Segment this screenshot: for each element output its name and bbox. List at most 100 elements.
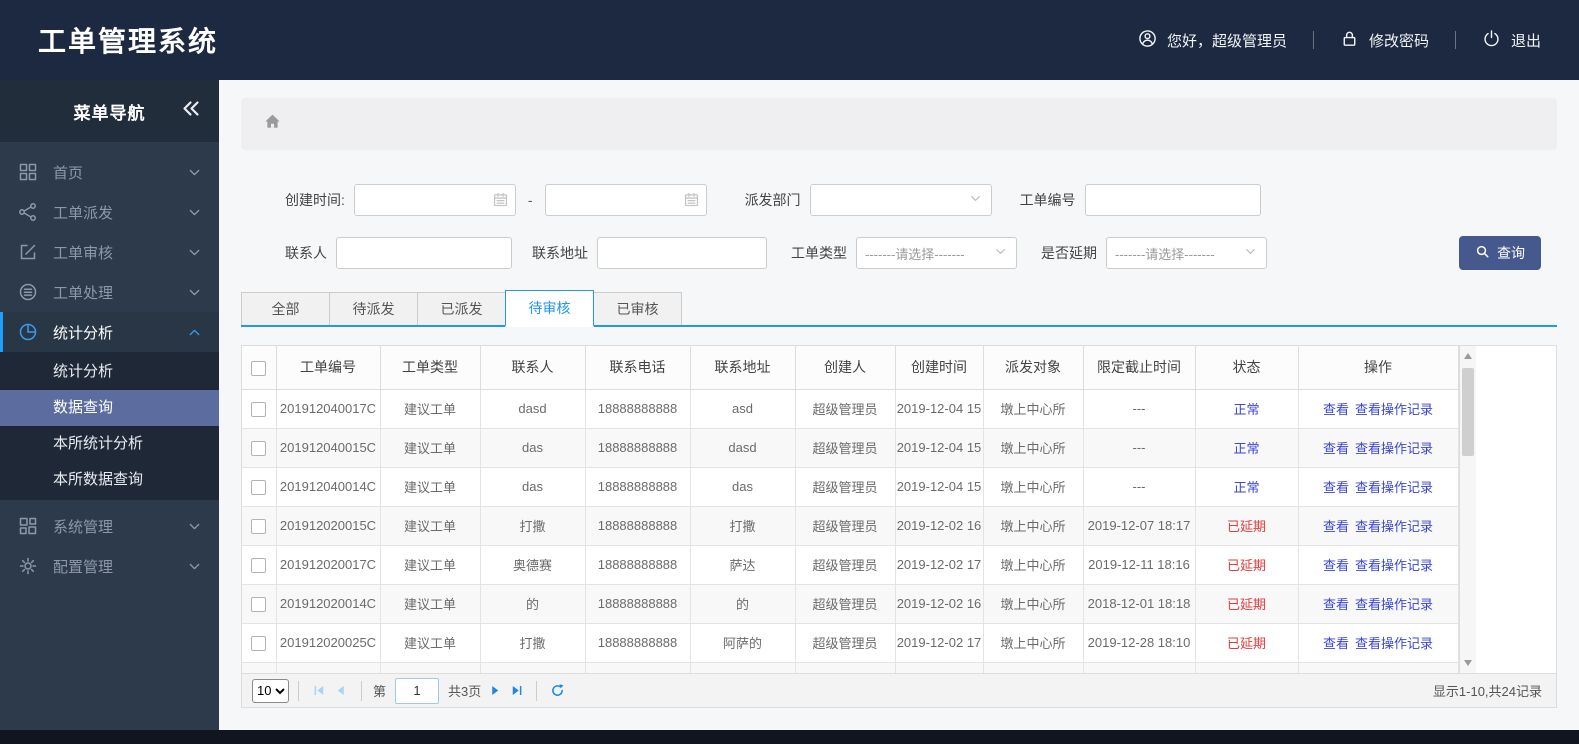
view-log-link[interactable]: 查看操作记录 [1355, 636, 1433, 651]
sidebar-title: 菜单导航 [73, 103, 146, 123]
view-log-link[interactable]: 查看操作记录 [1355, 480, 1433, 495]
row-checkbox[interactable] [251, 557, 267, 573]
sidebar-item[interactable]: 工单处理 [0, 272, 219, 312]
table-scrollbar[interactable] [1458, 346, 1476, 673]
contact-cell: dasd [480, 389, 586, 429]
create-time-start-input[interactable] [353, 184, 516, 216]
bottom-bar [0, 730, 1579, 744]
chevron-up-icon [186, 324, 203, 341]
order-type-cell: 建议工单 [380, 545, 481, 585]
deadline-cell: --- [1083, 389, 1196, 429]
row-checkbox[interactable] [251, 401, 267, 417]
sidebar-item-label: 工单处理 [53, 284, 114, 302]
last-page-button[interactable] [505, 680, 527, 702]
share-icon [18, 202, 38, 222]
user-greeting-label: 您好，超级管理员 [1166, 32, 1287, 50]
view-link[interactable]: 查看 [1323, 636, 1349, 651]
empty-cell [380, 662, 481, 673]
delay-select[interactable]: -------请选择------- [1106, 237, 1267, 269]
scrollbar-thumb[interactable] [1461, 368, 1474, 456]
sidebar-item[interactable]: 首页 [0, 152, 219, 192]
empty-cell [276, 662, 381, 673]
row-checkbox-cell [242, 428, 277, 468]
sidebar-item[interactable]: 配置管理 [0, 546, 219, 586]
logout-button[interactable]: 退出 [1482, 29, 1541, 52]
sidebar-subitem[interactable]: 本所数据查询 [0, 462, 219, 498]
sidebar-item[interactable]: 工单审核 [0, 232, 219, 272]
creator-cell: 超级管理员 [795, 584, 896, 624]
tab[interactable]: 待审核 [505, 290, 594, 327]
sidebar-subitem[interactable]: 数据查询 [0, 390, 219, 426]
order-no-cell: 201912040017C [276, 389, 381, 429]
order-no-input[interactable] [1084, 184, 1261, 216]
scroll-down-icon[interactable] [1463, 660, 1472, 666]
next-page-button[interactable] [483, 680, 505, 702]
tab[interactable]: 全部 [241, 292, 330, 325]
power-icon [1482, 29, 1501, 52]
view-link[interactable]: 查看 [1323, 597, 1349, 612]
dispatch-dept-select[interactable] [809, 184, 992, 216]
order-no-cell: 201912020025C [276, 623, 381, 663]
table-row-partial [242, 662, 1459, 673]
order-type-select[interactable]: -------请选择------- [856, 237, 1017, 269]
pager-divider [536, 680, 538, 701]
create-time-end-input[interactable] [544, 184, 707, 216]
view-link[interactable]: 查看 [1323, 441, 1349, 456]
order-type-label: 工单类型 [791, 245, 847, 261]
creator-cell: 超级管理员 [795, 545, 896, 585]
row-checkbox[interactable] [251, 596, 267, 612]
sidebar-submenu: 统计分析 数据查询 本所统计分析 本所数据查询 [0, 352, 219, 500]
view-link[interactable]: 查看 [1323, 402, 1349, 417]
status-cell: 已延期 [1195, 545, 1299, 585]
order-no-cell: 201912040015C [276, 428, 381, 468]
actions-cell: 查看 查看操作记录 [1298, 545, 1459, 585]
sidebar-subitem[interactable]: 本所统计分析 [0, 426, 219, 462]
query-button[interactable]: 查询 [1459, 236, 1541, 270]
sidebar-item[interactable]: 统计分析 [0, 312, 219, 352]
address-input[interactable] [597, 237, 767, 269]
chevron-down-icon [186, 284, 203, 301]
change-password-button[interactable]: 修改密码 [1340, 29, 1429, 52]
view-log-link[interactable]: 查看操作记录 [1355, 558, 1433, 573]
actions-cell: 查看 查看操作记录 [1298, 506, 1459, 546]
first-page-button[interactable] [308, 680, 330, 702]
tab[interactable]: 已审核 [593, 292, 682, 325]
page-size-select[interactable]: 10 [252, 678, 289, 703]
row-checkbox[interactable] [251, 479, 267, 495]
user-greeting[interactable]: 您好，超级管理员 [1138, 29, 1287, 52]
deadline-cell: 2019-12-07 18:17 [1083, 506, 1196, 546]
view-link[interactable]: 查看 [1323, 480, 1349, 495]
page-number-input[interactable] [395, 677, 440, 704]
creator-cell: 超级管理员 [795, 389, 896, 429]
sidebar-item[interactable]: 系统管理 [0, 506, 219, 546]
refresh-icon[interactable] [546, 680, 568, 702]
order-type-cell: 建议工单 [380, 584, 481, 624]
row-checkbox[interactable] [251, 518, 267, 534]
tab[interactable]: 已派发 [417, 292, 506, 325]
pie-icon [18, 322, 38, 342]
scroll-up-icon[interactable] [1463, 353, 1472, 359]
row-checkbox[interactable] [251, 440, 267, 456]
dispatch-target-cell: 墩上中心所 [983, 389, 1084, 429]
view-log-link[interactable]: 查看操作记录 [1355, 519, 1433, 534]
actions-cell: 查看 查看操作记录 [1298, 428, 1459, 468]
view-link[interactable]: 查看 [1323, 519, 1349, 534]
column-header: 工单编号 [276, 346, 381, 390]
contact-input[interactable] [336, 237, 512, 269]
sidebar-item[interactable]: 工单派发 [0, 192, 219, 232]
address-cell: 的 [690, 584, 796, 624]
tab[interactable]: 待派发 [329, 292, 418, 325]
view-log-link[interactable]: 查看操作记录 [1355, 441, 1433, 456]
view-log-link[interactable]: 查看操作记录 [1355, 402, 1433, 417]
sidebar-subitem[interactable]: 统计分析 [0, 354, 219, 390]
collapse-sidebar-icon[interactable] [181, 99, 201, 124]
select-all-checkbox[interactable] [251, 360, 267, 376]
view-log-link[interactable]: 查看操作记录 [1355, 597, 1433, 612]
address-cell: dasd [690, 428, 796, 468]
row-checkbox[interactable] [251, 635, 267, 651]
prev-page-button[interactable] [330, 680, 352, 702]
view-link[interactable]: 查看 [1323, 558, 1349, 573]
delay-label: 是否延期 [1041, 245, 1097, 261]
home-icon[interactable] [263, 112, 282, 136]
contact-cell: 奥德赛 [480, 545, 586, 585]
